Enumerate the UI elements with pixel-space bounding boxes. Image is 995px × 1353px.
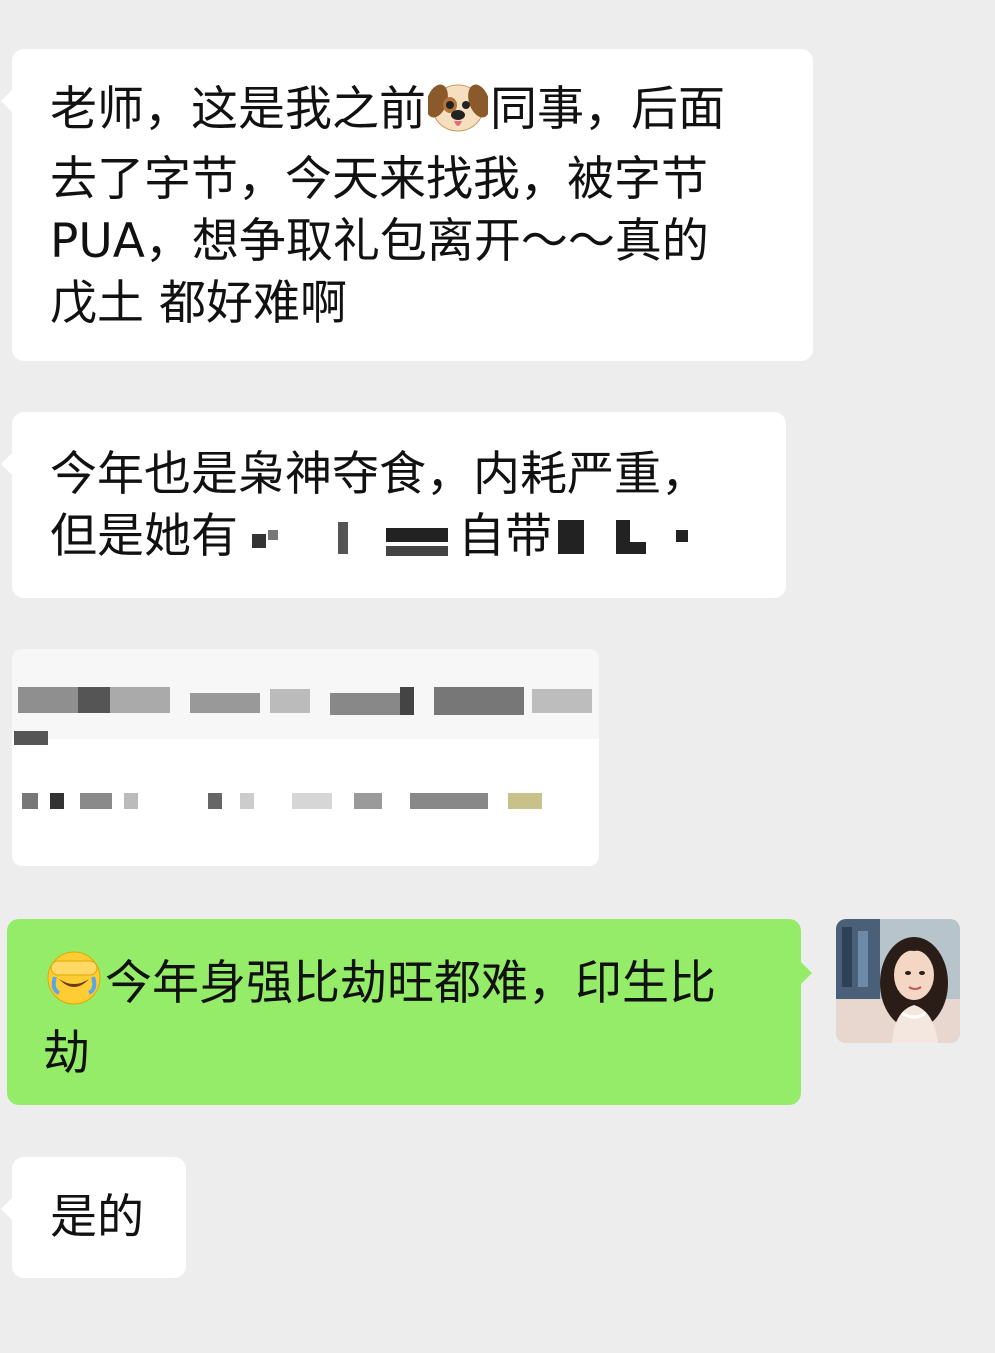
message-text: 自带 <box>458 509 552 564</box>
message-text: 戊土 都好难啊 <box>50 276 347 331</box>
redaction-mosaic <box>12 791 599 811</box>
redaction-mosaic <box>238 520 458 560</box>
message-bubble-outgoing[interactable]: 今年身强比劫旺都难，印生比 劫 <box>7 919 812 1105</box>
message-bubble-incoming[interactable]: 今年也是枭神夺食，内耗严重， 但是她有 自带 <box>1 412 786 598</box>
forwarded-card-redacted[interactable] <box>12 649 599 866</box>
message-bubble-incoming[interactable]: 老师，这是我之前 同事，后面 去了字节，今天来找我，被字节 PUA，想争取礼包离… <box>1 49 813 361</box>
message-text: 老师，这是我之前 <box>50 82 426 137</box>
message-text: PUA，想争取礼包离开～～真的 <box>50 214 709 269</box>
message-text: 去了字节，今天来找我，被字节 <box>50 152 708 207</box>
dog-face-icon <box>426 79 490 149</box>
message-bubble-incoming[interactable]: 是的 <box>1 1157 186 1278</box>
message-text: 同事，后面 <box>490 82 725 137</box>
redaction-mosaic <box>12 683 599 717</box>
message-text: 但是她有 <box>50 509 238 564</box>
redaction-mosaic <box>552 519 702 560</box>
message-text: 今年身强比劫旺都难，印生比 <box>105 956 716 1011</box>
message-text: 是的 <box>50 1190 144 1245</box>
redaction-mosaic <box>12 729 599 747</box>
face-palm-laughing-icon <box>45 949 103 1023</box>
message-text: 今年也是枭神夺食，内耗严重， <box>50 447 708 502</box>
message-text: 劫 <box>43 1026 90 1081</box>
avatar[interactable] <box>836 919 960 1043</box>
